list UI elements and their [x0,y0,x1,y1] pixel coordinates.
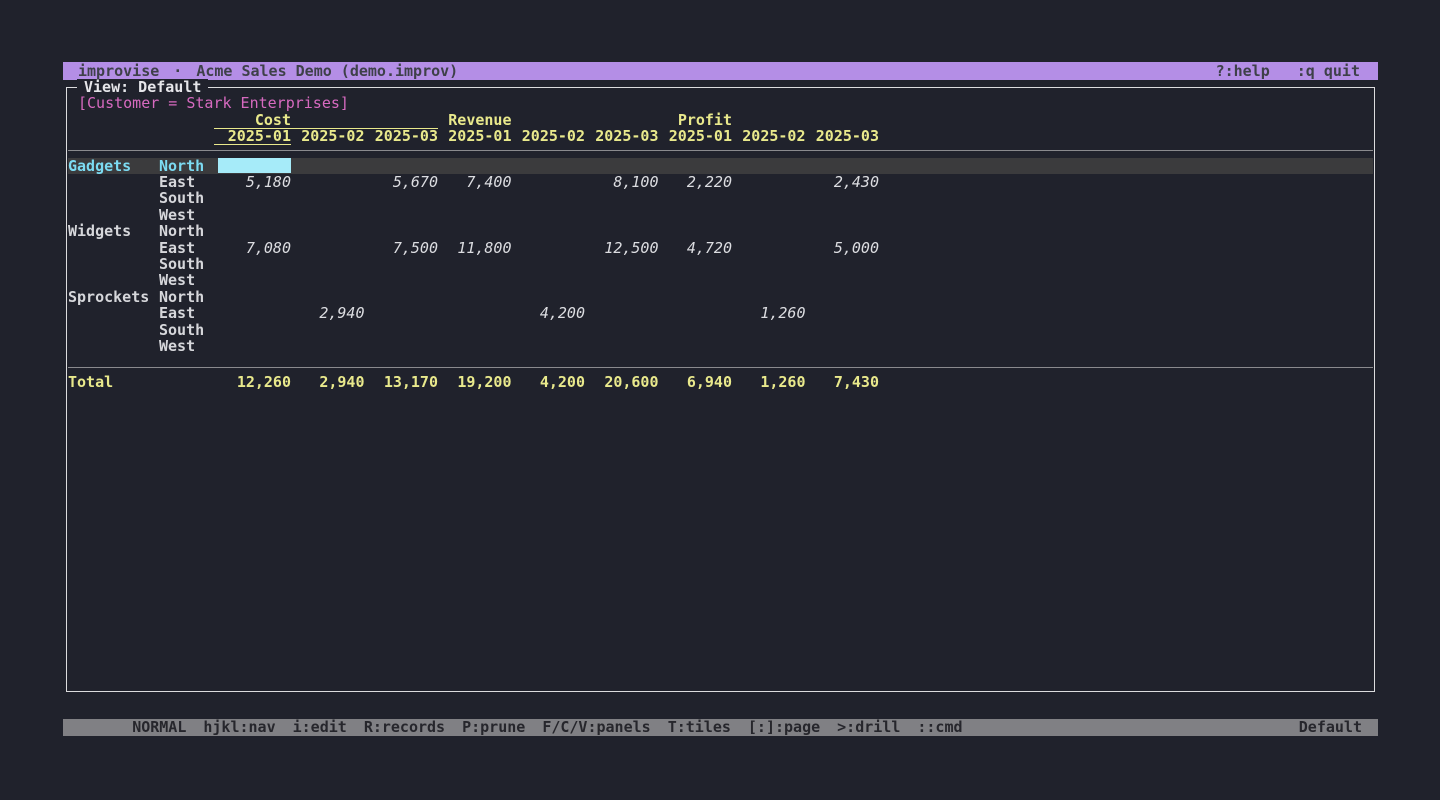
status-hint: hjkl:nav [203,718,275,736]
status-hint: i:edit [293,718,347,736]
measure-group-header[interactable]: Revenue [438,112,512,128]
total-cell: 6,940 [659,374,733,390]
table-cell[interactable]: 12,500 [585,240,659,256]
status-hint: [:]:page [748,718,820,736]
month-column-header[interactable]: 2025-03 [806,128,880,144]
table-cell[interactable]: 7,500 [365,240,439,256]
region-row-label: North [159,158,204,174]
measure-group-header[interactable]: Profit [659,112,733,128]
status-bar: NORMAL hjkl:nav i:edit R:records P:prune F/C/… [63,719,1378,736]
table-cell[interactable]: 7,400 [438,174,512,190]
region-row-label: East [159,240,195,256]
month-column-header[interactable]: 2025-01 [438,128,512,144]
total-cell: 20,600 [585,374,659,390]
region-row-label: West [159,338,195,354]
measure-group-header[interactable]: Cost [218,112,292,128]
table-cell[interactable]: 8,100 [585,174,659,190]
header-separator [68,150,1373,151]
table-cell[interactable]: 2,220 [659,174,733,190]
app-root: improvise·Acme Sales Demo (demo.improv) … [0,0,1440,800]
total-separator [68,367,1373,368]
total-cell: 4,200 [512,374,586,390]
status-hint: R:records [364,718,445,736]
region-row-label: East [159,305,195,321]
document-title: Acme Sales Demo (demo.improv) [196,62,458,80]
table-cell[interactable]: 4,720 [659,240,733,256]
titlebar: improvise·Acme Sales Demo (demo.improv) … [63,62,1378,80]
region-row-label: East [159,174,195,190]
cursor-cell [218,158,292,173]
mode-indicator: NORMAL [132,718,186,736]
region-row-label: North [159,289,204,305]
region-row-label: South [159,256,204,272]
status-hint: F/C/V:panels [542,718,650,736]
table-cell[interactable]: 5,670 [365,174,439,190]
month-column-header[interactable]: 2025-01 [659,128,733,144]
table-cell[interactable]: 7,080 [218,240,292,256]
total-cell: 1,260 [732,374,806,390]
product-row-label: Widgets [68,223,131,239]
month-column-header[interactable]: 2025-03 [365,128,439,144]
month-column-header[interactable]: 2025-02 [512,128,586,144]
total-cell: 7,430 [806,374,880,390]
total-row-label: Total [68,374,113,390]
statusbar-left: NORMAL hjkl:nav i:edit R:records P:prune F/C/… [63,702,980,753]
region-row-label: West [159,272,195,288]
month-column-header[interactable]: 2025-02 [732,128,806,144]
view-panel: View: Default [Customer = Stark Enterpri… [66,87,1375,692]
pivot-grid: CostRevenueProfit2025-012025-022025-0320… [67,88,1374,691]
region-row-label: West [159,207,195,223]
table-cell[interactable]: 1,260 [732,305,806,321]
keybinding-hints: hjkl:nav i:edit R:records P:prune F/C/V:pane… [203,718,979,736]
table-cell[interactable]: 2,940 [291,305,365,321]
status-hint: P:prune [462,718,525,736]
total-cell: 12,260 [218,374,292,390]
table-cell[interactable]: 2,430 [806,174,880,190]
table-cell[interactable]: 11,800 [438,240,512,256]
table-cell[interactable]: 4,200 [512,305,586,321]
help-hint: ?:help [1216,62,1270,80]
region-row-label: South [159,190,204,206]
selected-column-underline [214,144,291,145]
total-cell: 13,170 [365,374,439,390]
quit-hint: :q quit [1297,62,1360,80]
status-hint: T:tiles [668,718,731,736]
month-column-header[interactable]: 2025-03 [585,128,659,144]
region-row-label: North [159,223,204,239]
product-row-label: Sprockets [68,289,149,305]
statusbar-view-name: Default [1299,719,1378,736]
status-hint: >:drill [837,718,900,736]
month-column-header[interactable]: 2025-02 [291,128,365,144]
titlebar-right: ?:help :q quit [1216,62,1378,80]
total-cell: 2,940 [291,374,365,390]
product-row-label: Gadgets [68,158,131,174]
table-cell[interactable]: 5,000 [806,240,880,256]
status-hint: ::cmd [917,718,962,736]
total-cell: 19,200 [438,374,512,390]
table-cell[interactable]: 5,180 [218,174,292,190]
region-row-label: South [159,322,204,338]
month-column-header[interactable]: 2025-01 [218,128,292,144]
